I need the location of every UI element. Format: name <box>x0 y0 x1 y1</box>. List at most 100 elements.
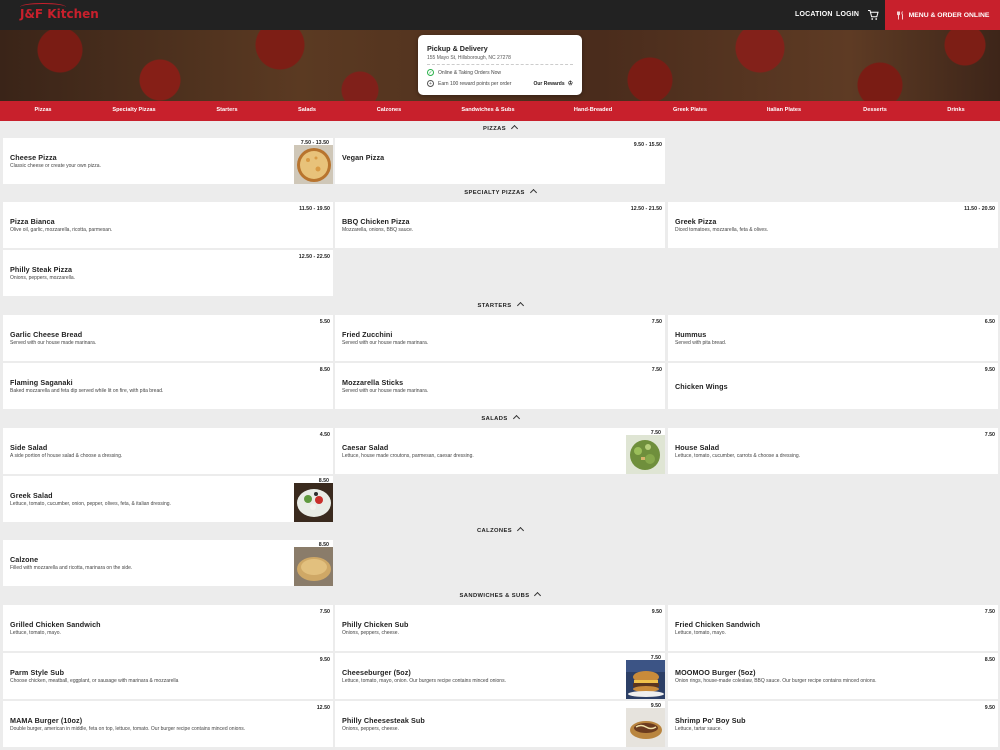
menu-item-card[interactable]: Hummus Served with pita bread. 6.50 <box>668 315 998 361</box>
item-description: Served with our house made marinara. <box>342 340 429 346</box>
item-name: Philly Steak Pizza <box>10 265 73 274</box>
item-price: 6.50 <box>984 319 995 325</box>
section-header-pizzas[interactable]: PIZZAS <box>0 124 1000 133</box>
item-name: Calzone <box>10 555 39 564</box>
menu-item-card[interactable]: Philly Chicken Sub Onions, peppers, chee… <box>335 605 665 651</box>
item-description: Double burger, american in middle, feta … <box>10 726 246 732</box>
menu-item-card[interactable]: Shrimp Po' Boy Sub Lettuce, tartar sauce… <box>668 701 998 747</box>
section-title: CALZONES <box>476 528 513 534</box>
category-drinks[interactable]: Drinks <box>947 107 964 113</box>
caesar-salad-image <box>626 435 665 474</box>
item-price: 9.50 - 15.50 <box>633 142 662 148</box>
top-navbar: J&F Kitchen LOCATION LOGIN MENU & ORDER … <box>0 0 1000 30</box>
item-name: Vegan Pizza <box>342 153 385 162</box>
item-price: 7.50 <box>650 655 661 661</box>
menu-item-card[interactable]: Cheese Pizza Classic cheese or create yo… <box>3 138 333 184</box>
menu-item-card[interactable]: BBQ Chicken Pizza Mozzarella, onions, BB… <box>335 202 665 248</box>
item-price: 7.50 <box>651 367 662 373</box>
pickup-delivery-card: Pickup & Delivery 155 Mayo St, Hillsboro… <box>418 35 582 95</box>
section-header-starters[interactable]: STARTERS <box>0 301 1000 310</box>
menu-item-card[interactable]: Grilled Chicken Sandwich Lettuce, tomato… <box>3 605 333 651</box>
nav-location[interactable]: LOCATION <box>795 11 833 18</box>
menu-item-card[interactable]: Garlic Cheese Bread Served with our hous… <box>3 315 333 361</box>
menu-item-card[interactable]: Greek Pizza Diced tomatoes, mozzarella, … <box>668 202 998 248</box>
menu-item-card[interactable]: Mozzarella Sticks Served with our house … <box>335 363 665 409</box>
item-name: Fried Chicken Sandwich <box>675 620 761 629</box>
menu-item-card[interactable]: Flaming Saganaki Baked mozzarella and fe… <box>3 363 333 409</box>
item-name: MOOMOO Burger (5oz) <box>675 668 756 677</box>
chevron-up-icon <box>529 188 537 197</box>
category-specialty-pizzas[interactable]: Specialty Pizzas <box>112 107 155 113</box>
section-title: SPECIALTY PIZZAS <box>464 190 525 196</box>
menu-item-card[interactable]: Calzone Filled with mozzarella and ricot… <box>3 540 333 586</box>
item-name: Garlic Cheese Bread <box>10 330 83 339</box>
item-price: 12.50 - 22.50 <box>298 254 330 260</box>
menu-item-card[interactable]: Pizza Bianca Olive oil, garlic, mozzarel… <box>3 202 333 248</box>
menu-item-card[interactable]: Philly Cheesesteak Sub Onions, peppers, … <box>335 701 665 747</box>
item-price: 8.50 <box>319 367 330 373</box>
category-pizzas[interactable]: Pizzas <box>34 107 51 113</box>
chevron-up-icon <box>534 591 542 600</box>
category-greek-plates[interactable]: Greek Plates <box>673 107 707 113</box>
status-row: ✓ Online & Taking Orders Now <box>427 69 573 76</box>
item-description: Lettuce, tomato, cucumber, carrots & cho… <box>675 453 801 459</box>
logo[interactable]: J&F Kitchen <box>20 7 99 21</box>
menu-order-online-button[interactable]: MENU & ORDER ONLINE <box>885 0 1000 30</box>
item-price: 9.50 <box>319 657 330 663</box>
menu-item-card[interactable]: Side Salad A side portion of house salad… <box>3 428 333 474</box>
menu-item-card[interactable]: House Salad Lettuce, tomato, cucumber, c… <box>668 428 998 474</box>
category-desserts[interactable]: Desserts <box>863 107 887 113</box>
menu-item-card[interactable]: MOOMOO Burger (5oz) Onion rings, house-m… <box>668 653 998 699</box>
category-italian-plates[interactable]: Italian Plates <box>767 107 801 113</box>
category-starters[interactable]: Starters <box>216 107 237 113</box>
menu-item-card[interactable]: Chicken Wings 9.50 <box>668 363 998 409</box>
category-calzones[interactable]: Calzones <box>377 107 402 113</box>
item-price: 9.50 <box>651 609 662 615</box>
section-header-specialty-pizzas[interactable]: SPECIALTY PIZZAS <box>0 188 1000 197</box>
item-name: House Salad <box>675 443 720 452</box>
cart-icon[interactable] <box>867 9 879 21</box>
item-description: Filled with mozzarella and ricotta, mari… <box>10 565 133 571</box>
menu-item-card[interactable]: Fried Chicken Sandwich Lettuce, tomato, … <box>668 605 998 651</box>
nav-login[interactable]: LOGIN <box>836 11 859 18</box>
item-name: Mozzarella Sticks <box>342 378 404 387</box>
rewards-row: + Earn 100 reward points per order Our R… <box>427 80 573 87</box>
item-description: Onions, peppers, mozzarella. <box>10 275 76 281</box>
section-header-sandwiches-subs[interactable]: SANDWICHES & SUBS <box>0 591 1000 600</box>
item-name: Flaming Saganaki <box>10 378 73 387</box>
item-price: 8.50 <box>984 657 995 663</box>
menu-item-card[interactable]: Greek Salad Lettuce, tomato, cucumber, o… <box>3 476 333 522</box>
menu-item-card[interactable]: Philly Steak Pizza Onions, peppers, mozz… <box>3 250 333 296</box>
item-description: Lettuce, tomato, mayo, onion. Our burger… <box>342 678 506 684</box>
menu-item-card[interactable]: Vegan Pizza 9.50 - 15.50 <box>335 138 665 184</box>
category-salads[interactable]: Salads <box>298 107 316 113</box>
item-description: Served with our house made marinara. <box>10 340 97 346</box>
item-description: Lettuce, tomato, mayo. <box>675 630 726 636</box>
menu-item-card[interactable]: Parm Style Sub Choose chicken, meatball,… <box>3 653 333 699</box>
item-price: 7.50 <box>651 319 662 325</box>
section-header-salads[interactable]: SALADS <box>0 414 1000 423</box>
item-price: 12.50 - 21.50 <box>630 206 662 212</box>
item-description: Diced tomatoes, mozzarella, feta & olive… <box>675 227 769 233</box>
category-sandwiches-subs[interactable]: Sandwiches & Subs <box>461 107 514 113</box>
menu-item-card[interactable]: Fried Zucchini Served with our house mad… <box>335 315 665 361</box>
item-name: Cheeseburger (5oz) <box>342 668 411 677</box>
item-description: Onions, peppers, cheese. <box>342 630 399 636</box>
item-description: Mozzarella, onions, BBQ sauce. <box>342 227 414 233</box>
item-description: Classic cheese or create your own pizza. <box>10 163 101 169</box>
menu-item-card[interactable]: Caesar Salad Lettuce, house made crouton… <box>335 428 665 474</box>
philly-cheesesteak-image <box>626 708 665 747</box>
menu-item-card[interactable]: Cheeseburger (5oz) Lettuce, tomato, mayo… <box>335 653 665 699</box>
item-name: Parm Style Sub <box>10 668 65 677</box>
item-description: Served with pita bread. <box>675 340 727 346</box>
our-rewards-link[interactable]: Our Rewards ♔ <box>533 80 573 88</box>
item-description: Lettuce, house made croutons, parmesan, … <box>342 453 474 459</box>
menu-item-card[interactable]: MAMA Burger (10oz) Double burger, americ… <box>3 701 333 747</box>
section-header-calzones[interactable]: CALZONES <box>0 526 1000 535</box>
item-price: 7.50 - 13.50 <box>300 140 329 146</box>
item-price: 11.50 - 20.50 <box>964 206 995 212</box>
greek-salad-image <box>294 483 333 522</box>
cheese-pizza-image <box>294 145 333 184</box>
item-price: 8.50 <box>318 478 329 484</box>
category-hand-breaded[interactable]: Hand-Breaded <box>574 107 612 113</box>
